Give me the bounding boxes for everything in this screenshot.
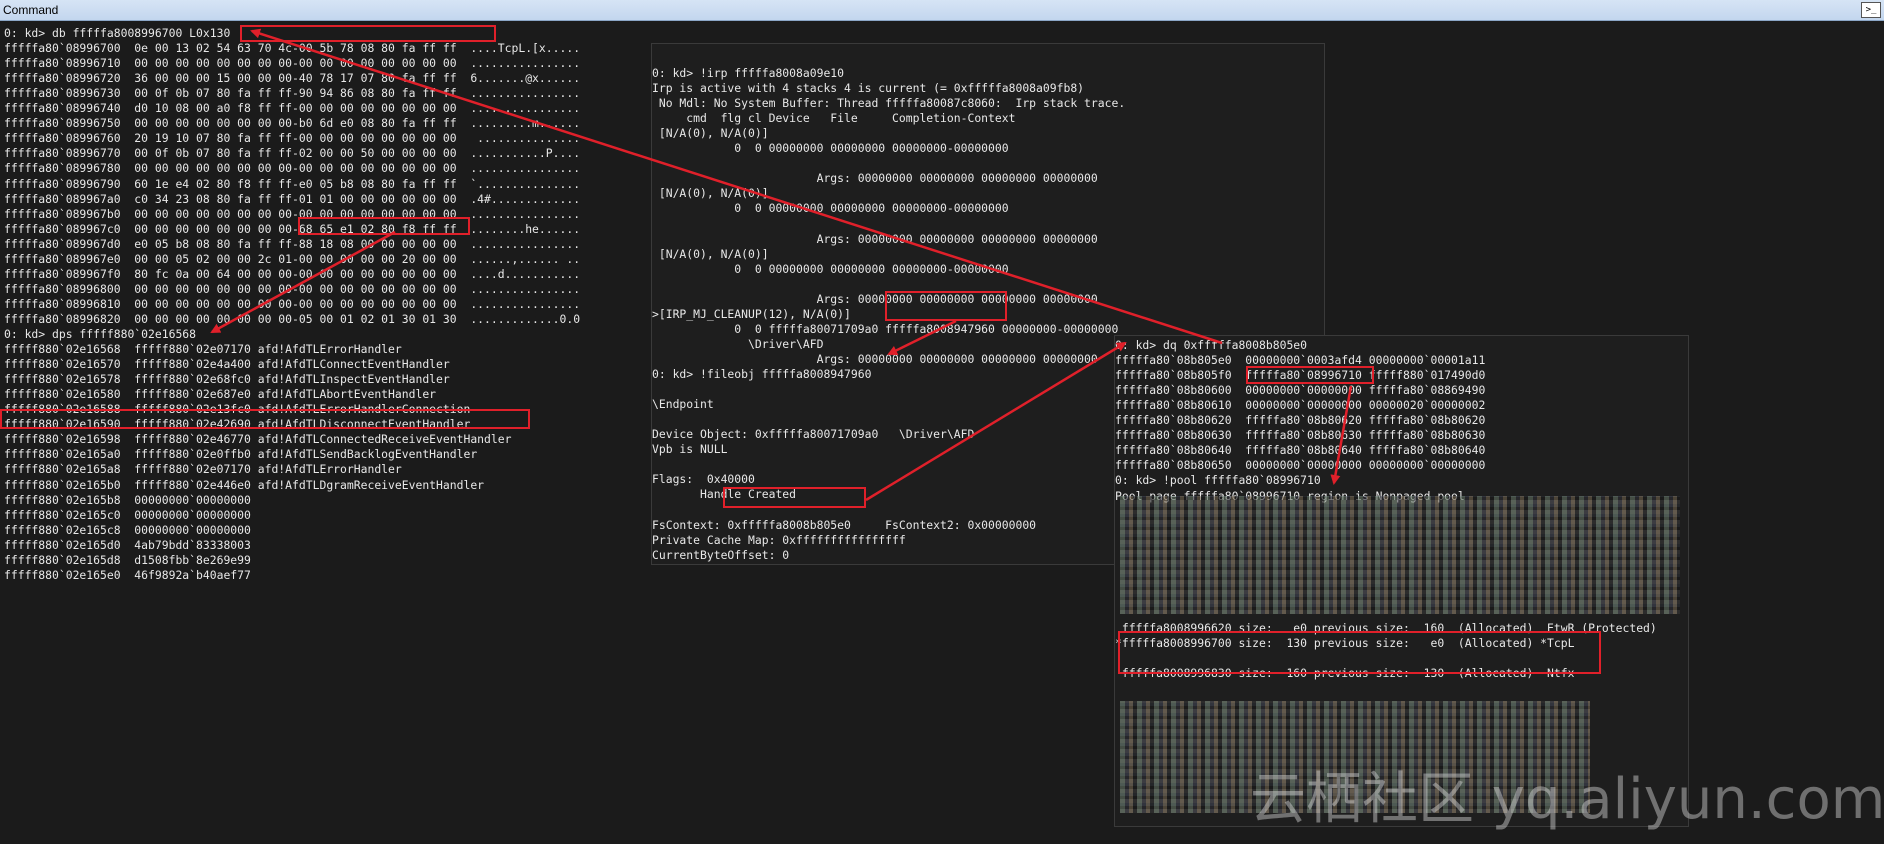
console-line: >[IRP_MJ_CLEANUP(12), N/A(0)] — [652, 306, 851, 321]
console-line: fffffa80`08996750 00 00 00 00 00 00 00 0… — [4, 116, 581, 131]
console-line: fffff880`02e16570 fffff880`02e4a400 afd!… — [4, 357, 450, 372]
console-line: fffffa80`089967a0 c0 34 23 08 80 fa ff f… — [4, 191, 581, 206]
console-line: fffff880`02e165b8 00000000`00000000 — [4, 492, 251, 507]
console-line: 0 0 00000000 00000000 00000000-00000000 — [652, 261, 1009, 276]
console-line: 0: kd> !fileobj fffffa8008947960 — [652, 367, 872, 381]
console-line: fffff880`02e165a0 fffff880`02e0ffb0 afd!… — [4, 447, 478, 462]
console-line: fffff880`02e16578 fffff880`02e68fc0 afd!… — [4, 372, 450, 387]
console-line: Flags: 0x40000 — [652, 472, 755, 487]
console-line: fffffa80`089967f0 80 fc 0a 00 64 00 00 0… — [4, 266, 581, 281]
console-line: fffffa80`08b80600 00000000`00000000 ffff… — [1115, 383, 1486, 398]
console-icon[interactable]: >_ — [1861, 2, 1881, 18]
console-line: fffffa80`08b80610 00000000`00000000 0000… — [1115, 398, 1486, 413]
console-line: fffffa80`08996810 00 00 00 00 00 00 00 0… — [4, 296, 581, 311]
console-line: Irp is active with 4 stacks 4 is current… — [652, 81, 1085, 96]
highlight-fscontext — [723, 487, 866, 508]
console-line: fffffa80`08b80650 00000000`00000000 0000… — [1115, 458, 1486, 473]
console-line: Args: 00000000 00000000 00000000 0000000… — [652, 291, 1098, 306]
console-line: fffff880`02e165d8 d1508fbb`8e269e99 — [4, 552, 251, 567]
console-line: fffff880`02e16580 fffff880`02e687e0 afd!… — [4, 387, 437, 402]
console-line: fffffa80`08996710 00 00 00 00 00 00 00 0… — [4, 56, 581, 71]
console-line: cmd flg cl Device File Completion-Contex… — [652, 111, 1016, 126]
console-line: [N/A(0), N/A(0)] — [652, 246, 769, 261]
console-line: 0: kd> !irp fffffa8008a09e10 — [652, 66, 845, 80]
redacted-pool-entries-top — [1120, 496, 1680, 614]
console-line: fffff880`02e165a8 fffff880`02e07170 afd!… — [4, 462, 402, 477]
console-line: fffffa80`08996760 20 19 10 07 80 fa ff f… — [4, 131, 581, 146]
console-line: 0: kd> !pool fffffa80`08996710 — [1115, 473, 1321, 488]
console-line: fffff880`02e165c0 00000000`00000000 — [4, 507, 251, 522]
console-line: fffffa80`08b80640 fffffa80`08b80640 ffff… — [1115, 443, 1486, 458]
console-line: Private Cache Map: 0xffffffffffffffff — [652, 532, 906, 547]
console-line: Args: 00000000 00000000 00000000 0000000… — [652, 351, 1098, 366]
highlight-dq-pointer — [1246, 366, 1374, 384]
console-line: fffff880`02e165c8 00000000`00000000 — [4, 522, 251, 537]
console-line: fffffa80`08b80630 fffffa80`08b80630 ffff… — [1115, 428, 1486, 443]
console-line: fffffa80`08996770 00 0f 0b 07 80 fa ff f… — [4, 146, 581, 161]
console-line: fffff880`02e16568 fffff880`02e07170 afd!… — [4, 342, 402, 357]
console-line: fffffa80`08996700 0e 00 13 02 54 63 70 4… — [4, 41, 581, 56]
console-line: Args: 00000000 00000000 00000000 0000000… — [652, 171, 1098, 186]
console-line: fffffa80`08996800 00 00 00 00 00 00 00 0… — [4, 281, 581, 296]
console-line: \Driver\AFD — [652, 336, 824, 351]
console-line: CurrentByteOffset: 0 — [652, 547, 790, 562]
console-line: 0: kd> db fffffa8008996700 L0x130 — [4, 26, 231, 40]
command-output: 0: kd> db fffffa8008996700 L0x130 fffffa8… — [0, 21, 1884, 844]
console-line: [N/A(0), N/A(0)] — [652, 126, 769, 141]
console-line: fffffa80`089967c0 00 00 00 00 00 00 00 0… — [4, 221, 581, 236]
watermark: 云栖社区 yq.aliyun.com — [1250, 767, 1884, 832]
console-line: fffffa80`08b80620 fffffa80`08b80620 ffff… — [1115, 413, 1486, 428]
console-line: 0 0 00000000 00000000 00000000-00000000 — [652, 141, 1009, 156]
console-line: 0: kd> dps fffff880`02e16568 — [4, 327, 197, 341]
window-title: Command — [3, 3, 59, 17]
console-line: 0: kd> dq 0xfffffa8008b805e0 — [1115, 338, 1308, 352]
console-line: fffffa80`08996820 00 00 00 00 00 00 00 0… — [4, 311, 581, 326]
console-line: \Endpoint — [652, 397, 714, 412]
console-line: fffff880`02e16598 fffff880`02e46770 afd!… — [4, 432, 512, 447]
console-line: fffffa80`08996720 36 00 00 00 15 00 00 0… — [4, 71, 581, 86]
highlight-db-command — [240, 25, 496, 42]
window-titlebar: Command >_ — [0, 0, 1884, 21]
console-line: fffffa80`08996730 00 0f 0b 07 80 fa ff f… — [4, 86, 581, 101]
console-line: fffffa80`08996740 d0 10 08 00 a0 f8 ff f… — [4, 101, 581, 116]
console-line: 0 0 fffffa80071709a0 fffffa8008947960 00… — [652, 321, 1119, 336]
dq-pool-output-panel: 0: kd> dq 0xfffffa8008b805e0 fffffa80`08b… — [1114, 335, 1689, 827]
console-line: fffffa80`089967e0 00 00 05 02 00 00 2c 0… — [4, 251, 581, 266]
console-line: [N/A(0), N/A(0)] — [652, 186, 769, 201]
console-line: FsContext: 0xfffffa8008b805e0 FsContext2… — [652, 517, 1037, 532]
highlight-disconnect-handler — [0, 409, 530, 429]
console-line: 0 0 00000000 00000000 00000000-00000000 — [652, 201, 1009, 216]
console-line: Device Object: 0xfffffa80071709a0 \Drive… — [652, 427, 975, 442]
console-line: fffffa80`08996780 00 00 00 00 00 00 00 0… — [4, 161, 581, 176]
console-line: fffffa80`089967d0 e0 05 b8 08 80 fa ff f… — [4, 236, 581, 251]
console-line: fffff880`02e165b0 fffff880`02e446e0 afd!… — [4, 477, 485, 492]
console-line: fffff880`02e165d0 4ab79bdd`83338003 — [4, 537, 251, 552]
highlight-pool-entry — [1118, 631, 1601, 674]
console-line: fffffa80`08996790 60 1e e4 02 80 f8 ff f… — [4, 176, 581, 191]
highlight-hex-bytes — [298, 217, 470, 235]
highlight-file-object — [885, 291, 1007, 321]
console-line: Vpb is NULL — [652, 442, 728, 457]
console-line: fffff880`02e165e0 46f9892a`b40aef77 — [4, 567, 251, 582]
console-line: No Mdl: No System Buffer: Thread fffffa8… — [652, 96, 1126, 111]
console-line: Args: 00000000 00000000 00000000 0000000… — [652, 231, 1098, 246]
console-line: fffffa80`089967b0 00 00 00 00 00 00 00 0… — [4, 206, 581, 221]
